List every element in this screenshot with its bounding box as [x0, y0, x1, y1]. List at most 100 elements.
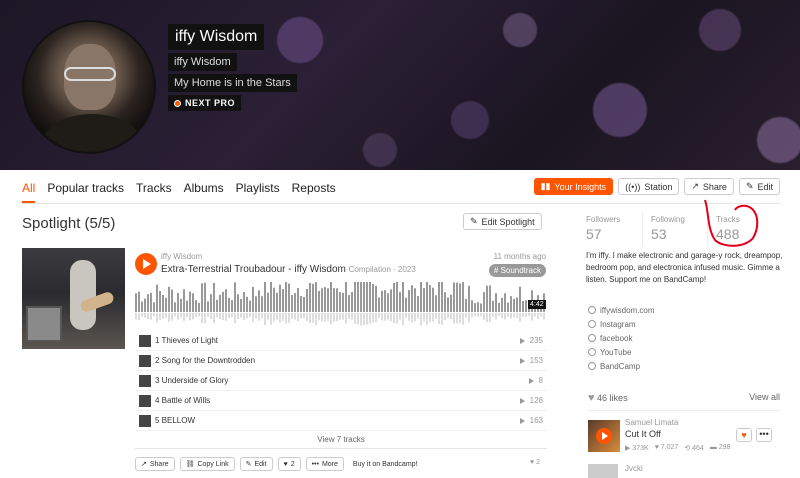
share-button[interactable]: ↗ Share — [684, 178, 734, 195]
track-row[interactable]: 2 Song for the Downtrodden 153 — [135, 351, 547, 371]
link-bandcamp[interactable]: BandCamp — [588, 359, 655, 373]
waveform-bar — [147, 294, 149, 312]
like-button[interactable]: ♥ 2 — [277, 457, 301, 471]
waveform-reflection — [171, 313, 173, 321]
waveform-bar — [258, 290, 260, 312]
your-insights-button[interactable]: ▮▮ Your Insights — [533, 178, 614, 195]
track-row[interactable]: 4 Battle of Wills 128 — [135, 391, 547, 411]
waveform-reflection — [225, 313, 227, 321]
edit-button[interactable]: ✎ Edit — [738, 178, 780, 195]
more-button[interactable]: ••• More — [305, 457, 344, 471]
waveform-reflection — [390, 313, 392, 321]
waveform-reflection — [246, 313, 248, 319]
waveform-bar — [267, 292, 269, 312]
genre-tag[interactable]: # Soundtrack — [488, 264, 546, 277]
next-pro-badge[interactable]: NEXT PRO — [168, 95, 242, 111]
red-circle-annotation — [704, 199, 759, 247]
waveform-bar — [150, 292, 152, 312]
profile-username: iffy Wisdom — [168, 53, 237, 71]
view-all-link[interactable]: View all — [749, 392, 780, 404]
waveform-reflection — [186, 313, 188, 318]
likes-count[interactable]: ♥ 46 likes — [588, 392, 628, 404]
waveform-bar — [495, 293, 497, 312]
following-stat[interactable]: Following 53 — [643, 211, 708, 246]
link-instagram[interactable]: Instagram — [588, 317, 655, 331]
track-duration: 4:42 — [528, 300, 546, 309]
tab-playlists[interactable]: Playlists — [236, 181, 280, 203]
waveform-reflection — [159, 313, 161, 321]
waveform-reflection — [276, 313, 278, 320]
view-more-tracks[interactable]: View 7 tracks — [135, 431, 547, 449]
waveform-bar — [321, 288, 323, 312]
waveform-reflection — [504, 313, 506, 320]
waveform-bar — [294, 293, 296, 312]
followers-stat[interactable]: Followers 57 — [578, 211, 643, 246]
tab-tracks[interactable]: Tracks — [136, 181, 172, 203]
link-facebook[interactable]: facebook — [588, 331, 655, 345]
more-button[interactable]: ••• — [756, 428, 772, 442]
profile-avatar[interactable] — [22, 20, 156, 154]
waveform-bar — [288, 283, 290, 312]
waveform-bar — [429, 285, 431, 312]
tab-reposts[interactable]: Reposts — [292, 181, 336, 203]
waveform-bar — [174, 302, 176, 312]
liked-track-title[interactable]: Cut It Off — [625, 429, 661, 439]
waveform-reflection — [375, 313, 377, 323]
link-website[interactable]: iffywisdom.com — [588, 303, 655, 317]
waveform-bar — [399, 292, 401, 312]
waveform-reflection — [525, 313, 527, 318]
waveform-reflection — [333, 313, 335, 322]
waveform-bar — [444, 292, 446, 312]
waveform-reflection — [342, 313, 344, 320]
waveform-reflection — [477, 313, 479, 317]
waveform-reflection — [303, 313, 305, 319]
repost-icon: ⟲ — [684, 445, 693, 452]
edit-spotlight-button[interactable]: ✎ Edit Spotlight — [463, 213, 542, 230]
play-button[interactable] — [135, 253, 157, 275]
waveform-reflection — [459, 313, 461, 323]
waveform-bar — [273, 287, 275, 312]
waveform-reflection — [429, 313, 431, 323]
station-button[interactable]: ((•)) Station — [618, 178, 680, 195]
waveform-bar — [489, 285, 491, 312]
track-row[interactable]: 1 Thieves of Light 235 — [135, 331, 547, 351]
waveform-reflection — [492, 313, 494, 317]
buy-link[interactable]: Buy it on Bandcamp! — [353, 461, 418, 468]
waveform-reflection — [150, 313, 152, 320]
waveform-bar — [198, 302, 200, 312]
waveform[interactable] — [135, 282, 547, 326]
waveform-reflection — [366, 313, 368, 325]
link-youtube[interactable]: YouTube — [588, 345, 655, 359]
waveform-reflection — [495, 313, 497, 320]
waveform-bar — [492, 300, 494, 312]
tab-albums[interactable]: Albums — [184, 181, 224, 203]
waveform-reflection — [480, 313, 482, 316]
waveform-bar — [207, 301, 209, 312]
share-icon: ↗ — [141, 461, 147, 468]
track-title[interactable]: Extra-Terrestrial Troubadour - iffy Wisd… — [161, 264, 416, 275]
waveform-reflection — [207, 313, 209, 317]
track-thumbnail — [139, 334, 151, 347]
waveform-bar — [276, 292, 278, 312]
tab-all[interactable]: All — [22, 181, 36, 203]
next-liked-user[interactable]: Jvcki — [625, 464, 643, 473]
tab-popular-tracks[interactable]: Popular tracks — [47, 181, 124, 203]
waveform-reflection — [471, 313, 473, 318]
waveform-reflection — [279, 313, 281, 323]
album-artwork[interactable] — [22, 248, 125, 349]
edit-track-button[interactable]: ✎ Edit — [239, 457, 273, 471]
waveform-reflection — [387, 313, 389, 320]
waveform-bar — [210, 294, 212, 312]
like-button[interactable]: ♥ — [736, 428, 752, 442]
waveform-bar — [411, 285, 413, 312]
waveform-bar — [300, 296, 302, 312]
play-button[interactable] — [596, 428, 612, 444]
track-row[interactable]: 3 Underside of Glory 8 — [135, 371, 547, 391]
track-uploader[interactable]: iffy Wisdom — [161, 252, 202, 261]
share-button[interactable]: ↗ Share — [135, 457, 175, 471]
waveform-reflection — [498, 313, 500, 317]
waveform-reflection — [174, 313, 176, 317]
copy-link-button[interactable]: ⛓ Copy Link — [179, 457, 235, 471]
liked-track-user[interactable]: Samuel Limata — [625, 418, 678, 427]
track-row[interactable]: 5 BELLOW 163 — [135, 411, 547, 431]
